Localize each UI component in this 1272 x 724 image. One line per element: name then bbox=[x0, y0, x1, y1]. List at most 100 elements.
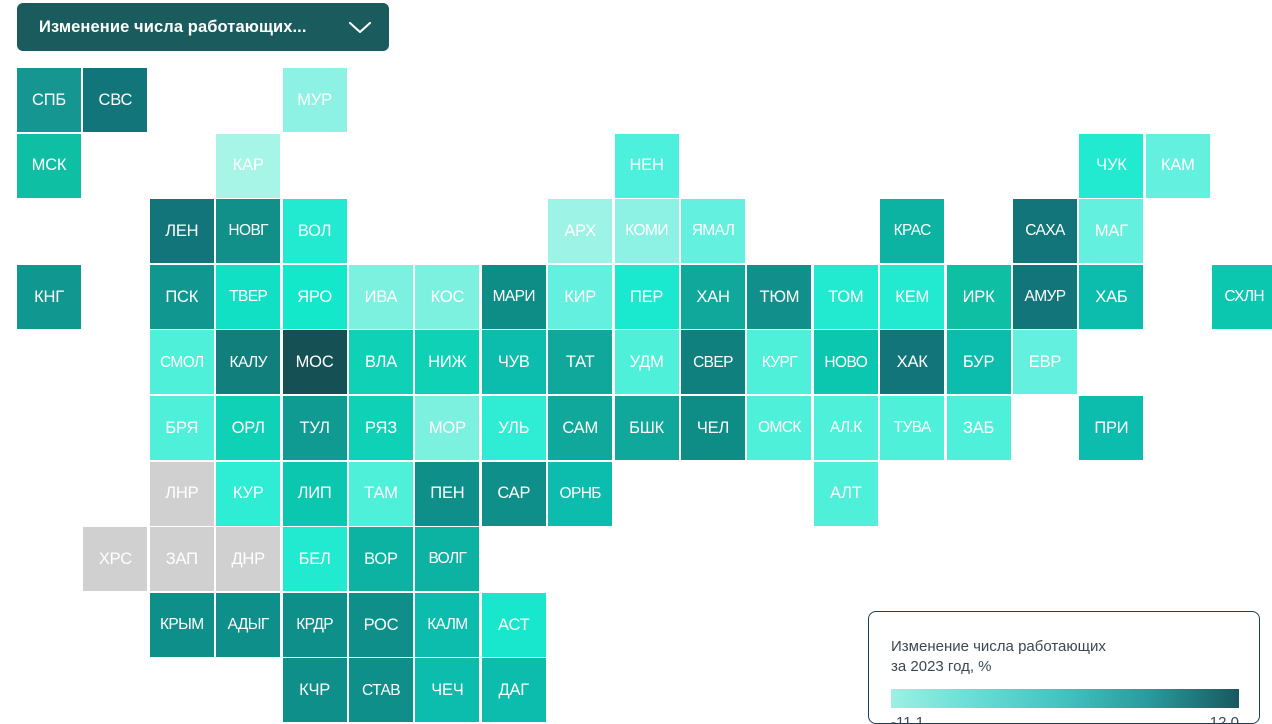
region-tile[interactable]: ИРК bbox=[946, 264, 1011, 329]
region-tile[interactable]: ХРС bbox=[83, 527, 148, 592]
region-tile[interactable]: ОРЛ bbox=[216, 396, 281, 460]
region-tile[interactable]: ДНР bbox=[216, 527, 281, 592]
region-tile[interactable]: ЯМАЛ bbox=[681, 199, 745, 264]
region-tile[interactable]: КЧР bbox=[282, 658, 347, 723]
region-tile-label: МОС bbox=[295, 353, 334, 372]
region-tile[interactable]: ЧЕЧ bbox=[415, 658, 480, 723]
region-tile[interactable]: ВЛА bbox=[349, 330, 413, 395]
region-tile[interactable]: КИР bbox=[548, 264, 613, 329]
indicator-dropdown[interactable]: Изменение числа работающих... bbox=[17, 3, 389, 51]
region-tile[interactable]: ПРИ bbox=[1079, 396, 1144, 460]
region-tile[interactable]: ЗАП bbox=[149, 527, 214, 592]
region-tile[interactable]: АМУР bbox=[1013, 264, 1077, 329]
region-tile[interactable]: РОС bbox=[349, 592, 413, 657]
region-tile[interactable]: ДАГ bbox=[481, 658, 546, 723]
region-tile[interactable]: АДЫГ bbox=[216, 592, 281, 657]
region-tile[interactable]: КУРГ bbox=[747, 330, 812, 395]
region-tile[interactable]: ХАК bbox=[880, 330, 945, 395]
region-tile-label: ЯМАЛ bbox=[691, 222, 735, 240]
region-tile-label: САМ bbox=[562, 418, 599, 437]
region-tile[interactable]: МОС bbox=[282, 330, 347, 395]
region-tile[interactable]: НОВО bbox=[813, 330, 878, 395]
region-tile[interactable]: ТОМ bbox=[813, 264, 878, 329]
region-tile[interactable]: ТВЕР bbox=[216, 264, 281, 329]
region-tile[interactable]: ЛНР bbox=[149, 461, 214, 526]
region-tile[interactable]: НОВГ bbox=[216, 199, 281, 264]
region-tile[interactable]: ЯРО bbox=[282, 264, 347, 329]
region-tile[interactable]: КРЫМ bbox=[149, 592, 214, 657]
region-tile[interactable]: САХА bbox=[1013, 199, 1077, 264]
region-tile[interactable]: КЕМ bbox=[880, 264, 945, 329]
chevron-down-icon bbox=[347, 19, 373, 35]
region-tile[interactable]: ПЕР bbox=[614, 264, 679, 329]
region-tile[interactable]: ТАМ bbox=[349, 461, 413, 526]
region-tile[interactable]: СПБ bbox=[17, 68, 81, 132]
region-tile-label: КРДР bbox=[296, 616, 333, 634]
region-tile[interactable]: КОС bbox=[415, 264, 480, 329]
region-tile[interactable]: ХАН bbox=[681, 264, 745, 329]
region-tile[interactable]: МУР bbox=[282, 68, 347, 132]
region-tile[interactable]: НЕН bbox=[614, 133, 679, 198]
region-tile-label: КАЛМ bbox=[427, 616, 468, 634]
region-tile[interactable]: БУР bbox=[946, 330, 1011, 395]
region-tile[interactable]: ЕВР bbox=[1013, 330, 1077, 395]
region-tile-label: ТАМ bbox=[364, 484, 398, 503]
region-tile[interactable]: РЯЗ bbox=[349, 396, 413, 460]
region-tile[interactable]: ЧУК bbox=[1079, 133, 1144, 198]
region-tile[interactable]: КРДР bbox=[282, 592, 347, 657]
region-tile[interactable]: НИЖ bbox=[415, 330, 480, 395]
region-tile[interactable]: АРХ bbox=[548, 199, 613, 264]
region-tile[interactable]: КАМ bbox=[1145, 133, 1210, 198]
region-tile[interactable]: МСК bbox=[17, 133, 81, 198]
region-tile[interactable]: МОР bbox=[415, 396, 480, 460]
region-tile-label: КАР bbox=[232, 156, 264, 175]
region-tile[interactable]: АЛ.К bbox=[813, 396, 878, 460]
region-tile[interactable]: ТАТ bbox=[548, 330, 613, 395]
region-tile[interactable]: КРАС bbox=[880, 199, 945, 264]
region-tile[interactable]: ЛЕН bbox=[149, 199, 214, 264]
region-tile[interactable]: ЛИП bbox=[282, 461, 347, 526]
region-tile[interactable]: УЛЬ bbox=[481, 396, 546, 460]
region-tile[interactable]: ОРНБ bbox=[548, 461, 613, 526]
region-tile[interactable]: ТУЛ bbox=[282, 396, 347, 460]
region-tile[interactable]: МАГ bbox=[1079, 199, 1144, 264]
region-tile[interactable]: СВЕР bbox=[681, 330, 745, 395]
region-tile[interactable]: ВОР bbox=[349, 527, 413, 592]
region-tile-label: ТЮМ bbox=[759, 287, 800, 306]
region-tile[interactable]: ЧУВ bbox=[481, 330, 546, 395]
region-tile[interactable]: ПЕН bbox=[415, 461, 480, 526]
region-tile[interactable]: КУР bbox=[216, 461, 281, 526]
region-tile[interactable]: СХЛН bbox=[1212, 264, 1272, 329]
region-tile[interactable]: СВС bbox=[83, 68, 148, 132]
region-tile[interactable]: ТУВА bbox=[880, 396, 945, 460]
region-tile[interactable]: ЗАБ bbox=[946, 396, 1011, 460]
region-tile[interactable]: АЛТ bbox=[813, 461, 878, 526]
region-tile[interactable]: АСТ bbox=[481, 592, 546, 657]
region-tile[interactable]: ТЮМ bbox=[747, 264, 812, 329]
region-tile[interactable]: КАЛМ bbox=[415, 592, 480, 657]
region-tile[interactable]: УДМ bbox=[614, 330, 679, 395]
region-tile[interactable]: КАЛУ bbox=[216, 330, 281, 395]
region-tile[interactable]: ЧЕЛ bbox=[681, 396, 745, 460]
region-tile[interactable]: ВОЛ bbox=[282, 199, 347, 264]
region-tile-label: СВС bbox=[98, 90, 133, 109]
region-tile-label: НОВГ bbox=[228, 222, 268, 240]
region-tile[interactable]: КНГ bbox=[17, 264, 81, 329]
region-tile[interactable]: ПСК bbox=[149, 264, 214, 329]
region-tile[interactable]: ХАБ bbox=[1079, 264, 1144, 329]
region-tile[interactable]: ИВА bbox=[349, 264, 413, 329]
region-tile-label: ВЛА bbox=[364, 353, 398, 372]
region-tile[interactable]: ВОЛГ bbox=[415, 527, 480, 592]
region-tile[interactable]: СМОЛ bbox=[149, 330, 214, 395]
region-tile[interactable]: БРЯ bbox=[149, 396, 214, 460]
region-tile[interactable]: БЕЛ bbox=[282, 527, 347, 592]
region-tile[interactable]: КОМИ bbox=[614, 199, 679, 264]
region-tile[interactable]: ОМСК bbox=[747, 396, 812, 460]
region-tile[interactable]: СТАВ bbox=[349, 658, 413, 723]
region-tile-label: МОР bbox=[428, 418, 466, 437]
region-tile[interactable]: МАРИ bbox=[481, 264, 546, 329]
region-tile[interactable]: КАР bbox=[216, 133, 281, 198]
region-tile[interactable]: САР bbox=[481, 461, 546, 526]
region-tile[interactable]: САМ bbox=[548, 396, 613, 460]
region-tile[interactable]: БШК bbox=[614, 396, 679, 460]
